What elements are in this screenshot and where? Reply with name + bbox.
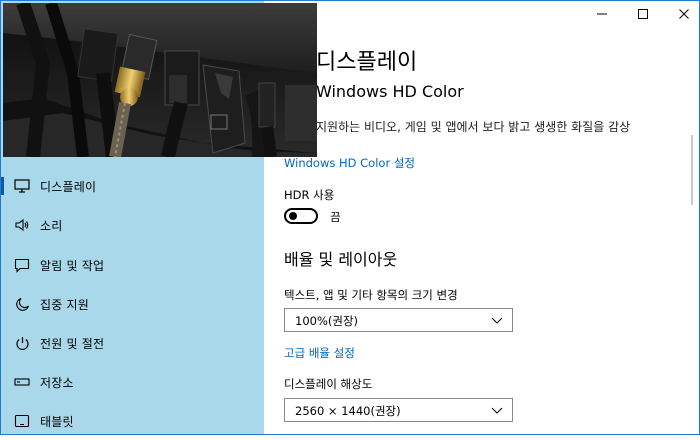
sidebar-item-tablet[interactable]: 태블릿	[1, 402, 264, 440]
scale-label: 텍스트, 앱 및 기타 항목의 크기 변경	[284, 288, 458, 302]
resolution-label: 디스플레이 해상도	[284, 377, 373, 391]
hd-color-description: 지원하는 비디오, 게임 및 앱에서 보다 밝고 생생한 화질을 감상	[316, 120, 631, 134]
sidebar-item-label: 소리	[40, 218, 63, 233]
sidebar-item-focus-assist[interactable]: 집중 지원	[1, 285, 264, 323]
advanced-scaling-link[interactable]: 고급 배율 설정	[284, 345, 355, 361]
sidebar-item-label: 디스플레이	[40, 179, 97, 194]
settings-content: 디스플레이 Windows HD Color 지원하는 비디오, 게임 및 앱에…	[264, 0, 698, 435]
scrollbar[interactable]	[691, 135, 693, 205]
resolution-dropdown-value: 2560 × 1440(권장)	[295, 404, 401, 418]
moon-icon	[13, 295, 31, 313]
hdr-label: HDR 사용	[284, 188, 335, 202]
page-title: 디스플레이	[316, 50, 418, 75]
sidebar-item-storage[interactable]: 저장소	[1, 363, 264, 401]
sidebar-item-notifications[interactable]: 알림 및 작업	[1, 246, 264, 284]
notification-icon	[13, 256, 31, 274]
scale-dropdown-value: 100%(권장)	[295, 314, 359, 328]
selection-indicator	[1, 177, 4, 195]
minimize-button[interactable]	[588, 4, 616, 24]
sidebar-item-label: 집중 지원	[40, 297, 89, 312]
monitor-icon	[13, 177, 31, 195]
cable-photo	[3, 3, 317, 157]
sidebar-item-display[interactable]: 디스플레이	[1, 167, 264, 205]
chevron-down-icon	[491, 407, 503, 414]
minimize-icon	[597, 13, 607, 15]
hd-color-heading: Windows HD Color	[316, 82, 464, 101]
resolution-dropdown[interactable]: 2560 × 1440(권장)	[284, 398, 513, 422]
toggle-knob	[289, 212, 297, 220]
storage-icon	[13, 373, 31, 391]
hdr-toggle-state: 끔	[330, 210, 341, 224]
sidebar-item-label: 전원 및 절전	[40, 336, 105, 351]
sidebar-item-sound[interactable]: 소리	[1, 206, 264, 244]
hd-color-settings-link[interactable]: Windows HD Color 설정	[284, 155, 415, 171]
maximize-button[interactable]	[629, 4, 657, 24]
chevron-down-icon	[491, 317, 503, 324]
scale-layout-heading: 배율 및 레이아웃	[284, 250, 398, 269]
sidebar-item-label: 알림 및 작업	[40, 258, 105, 273]
close-icon	[679, 9, 689, 19]
sidebar-item-label: 저장소	[40, 375, 74, 390]
tablet-icon	[13, 412, 31, 430]
sidebar-item-power[interactable]: 전원 및 절전	[1, 324, 264, 362]
scale-dropdown[interactable]: 100%(권장)	[284, 308, 513, 332]
sidebar-item-label: 태블릿	[40, 414, 74, 429]
power-icon	[13, 334, 31, 352]
hdr-toggle[interactable]	[284, 208, 318, 224]
close-button[interactable]	[670, 4, 698, 24]
maximize-icon	[638, 9, 648, 19]
speaker-icon	[13, 216, 31, 234]
